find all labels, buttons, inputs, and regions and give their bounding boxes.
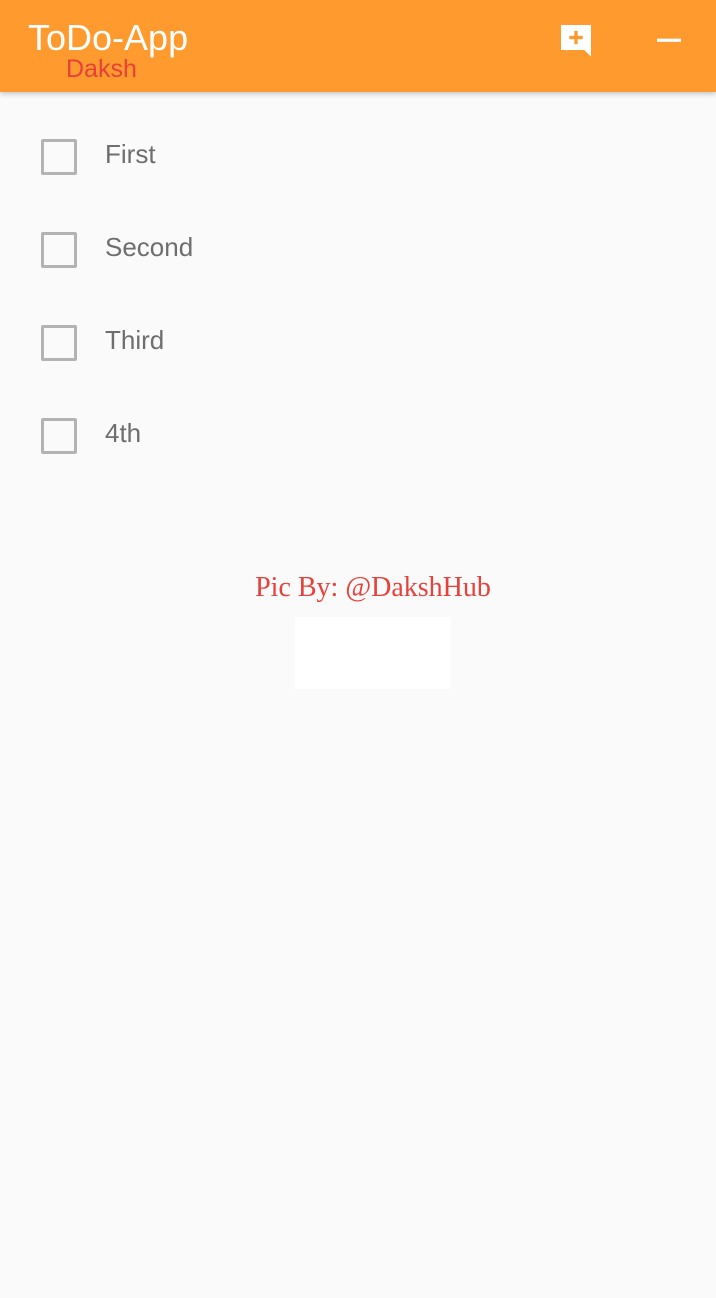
todo-checkbox[interactable]	[41, 325, 77, 361]
todo-label: Second	[105, 232, 194, 262]
todo-checkbox[interactable]	[41, 232, 77, 268]
todo-checkbox[interactable]	[41, 139, 77, 175]
credit-placeholder	[295, 617, 451, 689]
todo-checkbox[interactable]	[41, 418, 77, 454]
todo-label: 4th	[105, 418, 142, 448]
app-bar: ToDo-App Daksh	[0, 0, 716, 92]
add-comment-icon	[561, 25, 591, 57]
todo-item[interactable]: Second	[0, 201, 716, 294]
credit-text: Pic By: @DakshHub	[255, 572, 491, 603]
add-todo-button[interactable]	[552, 16, 600, 64]
app-screen: ToDo-App Daksh First Second Third 4th Pi…	[0, 0, 716, 1298]
todo-item[interactable]: Third	[0, 294, 716, 387]
todo-list: First Second Third 4th	[0, 108, 716, 480]
todo-label: First	[105, 139, 156, 169]
app-subtitle: Daksh	[66, 55, 137, 83]
remove-todo-button[interactable]	[645, 16, 693, 64]
todo-label: Third	[105, 325, 165, 355]
todo-item[interactable]: 4th	[0, 387, 716, 480]
remove-icon	[657, 38, 681, 42]
todo-item[interactable]: First	[0, 108, 716, 201]
